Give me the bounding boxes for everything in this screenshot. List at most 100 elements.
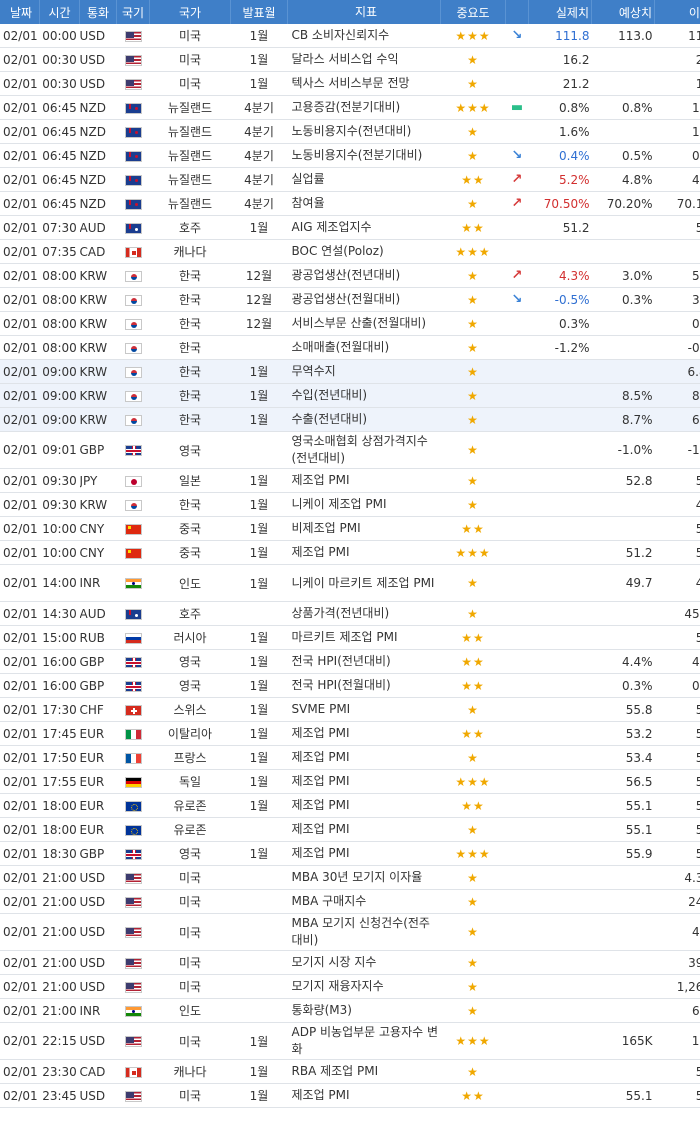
table-row[interactable]: 02/0118:30GBP 영국1월제조업 PMI ★★★ 55.956.1 xyxy=(0,841,700,866)
cell-indicator[interactable]: 제조업 PMI xyxy=(287,817,441,842)
cell-indicator[interactable]: 광공업생산(전월대비) xyxy=(287,287,441,312)
cell-indicator[interactable]: 전국 HPI(전월대비) xyxy=(287,673,441,698)
header-date[interactable]: 날짜 xyxy=(0,0,40,24)
cell-indicator[interactable]: 전국 HPI(전년대비) xyxy=(287,649,441,674)
cell-indicator[interactable]: 제조업 PMI xyxy=(287,1083,441,1108)
table-row[interactable]: 02/0109:30KRW 한국1월니케이 제조업 PMI ★ 49.4 xyxy=(0,492,700,517)
cell-indicator[interactable]: 실업률 xyxy=(287,167,441,192)
table-row[interactable]: 02/01 22:15 USD 미국 1월 ADP 비농업부문 고용자수 변화 ★★★ 165… xyxy=(0,1022,700,1060)
cell-indicator[interactable]: 마르키트 제조업 PMI xyxy=(287,625,441,650)
table-row[interactable]: 02/01 09:01 GBP 영국 영국소매협회 상점가격지수(전년대비) ★ -1.0%… xyxy=(0,431,700,469)
header-importance[interactable]: 중요도 xyxy=(440,0,506,24)
cell-indicator[interactable]: 서비스부문 산출(전월대비) xyxy=(287,311,441,336)
header-currency[interactable]: 통화 xyxy=(79,0,117,24)
table-row[interactable]: 02/0100:30USD 미국1월달라스 서비스업 수익 ★ 16.2 21.3 xyxy=(0,47,700,72)
table-row[interactable]: 02/0121:00USD 미국 MBA 30년 모기지 이자율 ★ 4.35% xyxy=(0,865,700,890)
table-row[interactable]: 02/0107:30AUD 호주1월AIG 제조업지수 ★★ 51.2 55.4 xyxy=(0,215,700,240)
table-row[interactable]: 02/01 06:45 NZD 뉴질랜드 4분기 참여율 ★ ↗ 70.50% 70.20% 70.… xyxy=(0,191,700,216)
cell-indicator[interactable]: 제조업 PMI xyxy=(287,769,441,794)
cell-indicator[interactable]: ADP 비농업부문 고용자수 변화 xyxy=(287,1022,441,1060)
cell-indicator[interactable]: RBA 제조업 PMI xyxy=(287,1059,441,1084)
table-row[interactable]: 02/0123:45USD 미국1월제조업 PMI ★★ 55.155.1 xyxy=(0,1083,700,1108)
cell-indicator[interactable]: AIG 제조업지수 xyxy=(287,215,441,240)
cell-indicator[interactable]: 제조업 PMI xyxy=(287,721,441,746)
header-flag[interactable]: 국기 xyxy=(116,0,150,24)
table-row[interactable]: 02/0117:55EUR 독일1월제조업 PMI ★★★ 56.556.5 xyxy=(0,769,700,794)
cell-indicator[interactable]: 니케이 마르키트 제조업 PMI xyxy=(287,564,441,602)
header-actual[interactable]: 실제치 xyxy=(528,0,592,24)
cell-indicator[interactable]: 모기지 재융자지수 xyxy=(287,974,441,999)
cell-indicator[interactable]: MBA 구매지수 xyxy=(287,889,441,914)
table-row[interactable]: 02/01 06:45 NZD 뉴질랜드 4분기 고용증감(전분기대비) ★★★ ▬ 0.8% 0… xyxy=(0,95,700,120)
cell-indicator[interactable]: 제조업 PMI xyxy=(287,745,441,770)
cell-indicator[interactable]: 제조업 PMI xyxy=(287,468,441,493)
cell-indicator[interactable]: 무역수지 xyxy=(287,359,441,384)
cell-period xyxy=(230,974,288,999)
table-row[interactable]: 02/0106:45NZD 뉴질랜드4분기실업률 ★★ ↗ 5.2%4.8%4.9% xyxy=(0,167,700,192)
table-row[interactable]: 02/0121:00USD 미국 MBA 구매지수 ★ 243.2 xyxy=(0,889,700,914)
cell-indicator[interactable]: 영국소매협회 상점가격지수(전년대비) xyxy=(287,431,441,469)
table-row[interactable]: 02/0106:45NZD 뉴질랜드4분기노동비용지수(전년대비) ★ 1.6% 1.6… xyxy=(0,119,700,144)
cell-indicator[interactable]: MBA 모기지 신청건수(전주대비) xyxy=(287,913,441,951)
header-country[interactable]: 국가 xyxy=(149,0,231,24)
table-row[interactable]: 02/0121:00USD 미국 모기지 시장 지수 ★ 397.4 xyxy=(0,950,700,975)
table-row[interactable]: 02/0121:00USD 미국 모기지 재융자지수 ★ 1,265.6 xyxy=(0,974,700,999)
table-row[interactable]: 02/0118:00EUR 유로존 제조업 PMI ★ 55.155.1 xyxy=(0,817,700,842)
table-row[interactable]: 02/01 08:00 KRW 한국 12월 광공업생산(전년대비) ★ ↗ 4.3% 3.0% 5… xyxy=(0,263,700,288)
table-row[interactable]: 02/01 06:45 NZD 뉴질랜드 4분기 노동비용지수(전분기대비) ★ ↘ 0.4% 0… xyxy=(0,143,700,168)
header-previous[interactable]: 이전치 xyxy=(654,0,700,24)
cell-indicator[interactable]: 상품가격(전년대비) xyxy=(287,601,441,626)
cell-indicator[interactable]: 달라스 서비스업 수익 xyxy=(287,47,441,72)
cell-indicator[interactable]: CB 소비자신뢰지수 xyxy=(287,24,441,48)
cell-indicator[interactable]: 텍사스 서비스부문 전망 xyxy=(287,71,441,96)
header-period[interactable]: 발표월 xyxy=(230,0,288,24)
table-row[interactable]: 02/0115:00RUB 러시아1월마르키트 제조업 PMI ★★ 53.7 xyxy=(0,625,700,650)
table-row[interactable]: 02/0109:00KRW 한국1월수출(전년대비) ★ 8.7%6.4% xyxy=(0,407,700,432)
cell-indicator[interactable]: 비제조업 PMI xyxy=(287,516,441,541)
cell-indicator[interactable]: 노동비용지수(전분기대비) xyxy=(287,143,441,168)
cell-indicator[interactable]: 수입(전년대비) xyxy=(287,383,441,408)
table-row[interactable]: 02/0123:30CAD 캐나다1월RBA 제조업 PMI ★ 51.8 xyxy=(0,1059,700,1084)
cell-indicator[interactable]: 모기지 시장 지수 xyxy=(287,950,441,975)
cell-indicator[interactable]: 고용증감(전분기대비) xyxy=(287,95,441,120)
table-row[interactable]: 02/0114:30AUD 호주 상품가격(전년대비) ★ 45.5% xyxy=(0,601,700,626)
table-row[interactable]: 02/0116:00GBP 영국1월전국 HPI(전년대비) ★★ 4.4%4.5% xyxy=(0,649,700,674)
cell-indicator[interactable]: MBA 30년 모기지 이자율 xyxy=(287,865,441,890)
table-row[interactable]: 02/01 07:35 CAD 캐나다 BOC 연설(Poloz) ★★★ xyxy=(0,239,700,264)
table-row[interactable]: 02/0109:00KRW 한국1월수입(전년대비) ★ 8.5%8.0% xyxy=(0,383,700,408)
header-indicator[interactable]: 지표 xyxy=(287,0,441,24)
cell-indicator[interactable]: 수출(전년대비) xyxy=(287,407,441,432)
cell-trend xyxy=(505,998,529,1023)
table-row[interactable]: 02/01 08:00 KRW 한국 12월 광공업생산(전월대비) ★ ↘ -0.5% 0.3%… xyxy=(0,287,700,312)
table-row[interactable]: 02/0118:00EUR 유로존1월제조업 PMI ★★ 55.155.1 xyxy=(0,793,700,818)
table-row[interactable]: 02/0109:00KRW 한국1월무역수지 ★ 6.80B xyxy=(0,359,700,384)
cell-indicator[interactable]: BOC 연설(Poloz) xyxy=(287,239,441,264)
cell-indicator[interactable]: 노동비용지수(전년대비) xyxy=(287,119,441,144)
cell-indicator[interactable]: 제조업 PMI xyxy=(287,793,441,818)
header-forecast[interactable]: 예상치 xyxy=(591,0,655,24)
cell-indicator[interactable]: 제조업 PMI xyxy=(287,540,441,565)
table-row[interactable]: 02/0117:45EUR 이탈리아1월제조업 PMI ★★ 53.253.2 xyxy=(0,721,700,746)
table-row[interactable]: 02/0108:00KRW 한국12월서비스부문 산출(전월대비) ★ 0.3% 0.3… xyxy=(0,311,700,336)
cell-indicator[interactable]: 제조업 PMI xyxy=(287,841,441,866)
cell-indicator[interactable]: SVME PMI xyxy=(287,697,441,722)
table-row[interactable]: 02/0121:00USD 미국 MBA 모기지 신청건수(전주대비) ★ 4.0% xyxy=(0,913,700,951)
cell-country: 미국 xyxy=(149,974,231,999)
table-row[interactable]: 02/0114:00INR 인도1월니케이 마르키트 제조업 PMI ★ 49.749… xyxy=(0,564,700,602)
cell-indicator[interactable]: 소매매출(전월대비) xyxy=(287,335,441,360)
cell-indicator[interactable]: 참여율 xyxy=(287,191,441,216)
table-row[interactable]: 02/0116:00GBP 영국1월전국 HPI(전월대비) ★★ 0.3%0.8% xyxy=(0,673,700,698)
table-row[interactable]: 02/0117:50EUR 프랑스1월제조업 PMI ★ 53.453.4 xyxy=(0,745,700,770)
header-time[interactable]: 시간 xyxy=(39,0,80,24)
table-row[interactable]: 02/0108:00KRW 한국 소매매출(전월대비) ★ -1.2% -0.1% xyxy=(0,335,700,360)
table-row[interactable]: 02/0117:30CHF 스위스1월SVME PMI ★ 55.856.0 xyxy=(0,697,700,722)
cell-indicator[interactable]: 통화량(M3) xyxy=(287,998,441,1023)
cell-indicator[interactable]: 광공업생산(전년대비) xyxy=(287,263,441,288)
table-row[interactable]: 02/0100:30USD 미국1월텍사스 서비스부문 전망 ★ 21.2 19.2 xyxy=(0,71,700,96)
cell-indicator[interactable]: 니케이 제조업 PMI xyxy=(287,492,441,517)
table-row[interactable]: 02/0109:30JPY 일본1월제조업 PMI ★ 52.852.8 xyxy=(0,468,700,493)
table-row[interactable]: 02/0121:00INR 인도 통화량(M3) ★ 6.5% xyxy=(0,998,700,1023)
table-row[interactable]: 02/0110:00CNY 중국1월비제조업 PMI ★★ 54.5 xyxy=(0,516,700,541)
table-row[interactable]: 02/0110:00CNY 중국1월제조업 PMI ★★★ 51.251.4 xyxy=(0,540,700,565)
table-row[interactable]: 02/01 00:00 USD 미국 1월 CB 소비자신뢰지수 ★★★ ↘ 111.8 113.… xyxy=(0,24,700,48)
